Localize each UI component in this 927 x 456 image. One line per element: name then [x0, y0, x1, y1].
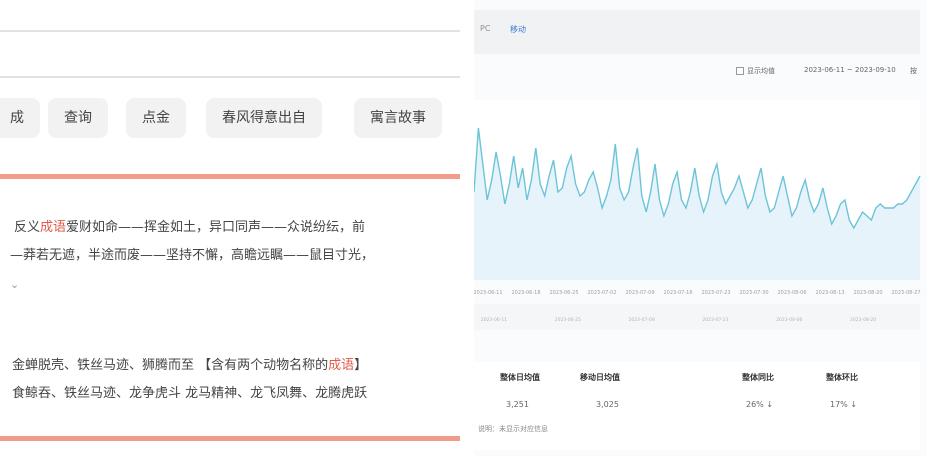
- related-search-tabs: 成 查询 点金 春风得意出自 寓言故事: [0, 98, 468, 138]
- result-line: 食鲸吞、铁丝马迹、龙争虎斗 龙马精神、龙飞凤舞、龙腾虎跃: [12, 386, 368, 401]
- section-divider-1: [0, 174, 460, 179]
- result-line: 反义成语爱财如命——挥金如土，异口同声——众说纷纭，前: [14, 216, 365, 235]
- x-tick-label: 2023-07-16: [663, 290, 692, 296]
- section-divider-2: [0, 436, 460, 441]
- summary-value: 17% ↓: [830, 400, 858, 409]
- summary-table: 整体日均值 移动日均值 整体同比 整体环比 3,251 3,025 26% ↓ …: [474, 362, 920, 450]
- summary-header: 整体环比: [826, 373, 858, 382]
- summary-header: 移动日均值: [580, 373, 620, 382]
- search-result-panel: 成 查询 点金 春风得意出自 寓言故事 反义成语爱财如命——挥金如土，异口同声—…: [0, 0, 468, 456]
- overview-tick-label: 2023-06-25: [555, 317, 581, 323]
- result-line: —莽若无遮，半途而废——坚持不懈，高瞻远瞩——鼠目寸光，: [10, 248, 375, 263]
- overview-tick-label: 2023-08-20: [850, 317, 876, 323]
- trend-dashboard: PC 移动 显示均值 2023-06-11 ~ 2023-09-10 按 202…: [474, 0, 927, 456]
- x-tick-label: 2023-08-27: [891, 290, 920, 296]
- x-tick-label: 2023-06-11: [474, 290, 503, 296]
- summary-header: 整体同比: [742, 373, 774, 382]
- result-text: 反义: [14, 220, 41, 235]
- result-line: 金蝉脱壳、铁丝马迹、狮腾而至 【含有两个动物名称的成语】: [12, 354, 367, 373]
- tab-related-3[interactable]: 点金: [126, 98, 186, 138]
- tab-related-4[interactable]: 春风得意出自: [206, 98, 322, 138]
- summary-value: 26% ↓: [746, 400, 774, 409]
- x-tick-label: 2023-07-09: [625, 290, 654, 296]
- average-toggle-label: 显示均值: [747, 67, 775, 75]
- overview-tick-label: 2023-08-06: [776, 317, 802, 323]
- overview-tick-label: 2023-07-23: [702, 317, 728, 323]
- overview-tick-label: 2023-07-09: [629, 317, 655, 323]
- divider-top: [0, 30, 460, 32]
- tab-mobile[interactable]: 移动: [510, 24, 526, 35]
- device-tab-bar: PC 移动: [474, 10, 920, 54]
- date-range-picker[interactable]: 2023-06-11 ~ 2023-09-10: [804, 66, 896, 80]
- summary-note: 说明：未显示对应信息: [478, 425, 548, 433]
- x-tick-label: 2023-08-20: [853, 290, 882, 296]
- expand-marker[interactable]: ⌄: [10, 278, 19, 291]
- overview-brush[interactable]: [474, 304, 920, 330]
- summary-value: 3,251: [506, 400, 529, 409]
- x-tick-label: 2023-06-18: [511, 290, 540, 296]
- x-tick-label: 2023-07-02: [587, 290, 616, 296]
- x-tick-label: 2023-06-25: [549, 290, 578, 296]
- x-tick-label: 2023-08-13: [815, 290, 844, 296]
- overview-tick-label: 2023-06-11: [481, 317, 507, 323]
- tab-pc[interactable]: PC: [480, 24, 490, 33]
- more-menu[interactable]: 按: [910, 66, 917, 80]
- summary-header: 整体日均值: [500, 373, 540, 382]
- summary-value: 3,025: [596, 400, 619, 409]
- trend-line-chart: 2023-06-11 2023-06-18 2023-06-25 2023-07-02…: [474, 100, 921, 330]
- x-tick-label: 2023-08-06: [777, 290, 806, 296]
- search-box-border: [0, 76, 460, 78]
- tab-related-1[interactable]: 成: [0, 98, 40, 138]
- tab-related-5[interactable]: 寓言故事: [354, 98, 442, 138]
- result-text: 】: [354, 358, 368, 373]
- checkbox-icon[interactable]: [736, 67, 744, 75]
- result-text: 金蝉脱壳、铁丝马迹、狮腾而至 【含有两个动物名称的: [12, 358, 329, 373]
- average-toggle[interactable]: 显示均值: [736, 66, 775, 80]
- result-text: 爱财如命——挥金如土，异口同声——众说纷纭，前: [66, 220, 366, 235]
- keyword-highlight[interactable]: 成语: [328, 358, 354, 373]
- tab-related-2[interactable]: 查询: [48, 98, 108, 138]
- x-tick-label: 2023-07-30: [739, 290, 768, 296]
- keyword-highlight[interactable]: 成语: [40, 220, 66, 235]
- x-tick-label: 2023-07-23: [701, 290, 730, 296]
